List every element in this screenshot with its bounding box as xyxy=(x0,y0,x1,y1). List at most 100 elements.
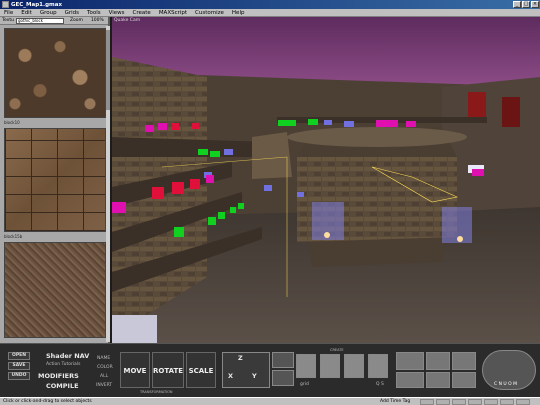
window-title: GEC_Map1.gmax xyxy=(11,1,63,8)
scale-button[interactable]: SCALE xyxy=(186,352,216,388)
camera-viewport[interactable]: Quake Cam xyxy=(112,17,540,343)
zoom-value[interactable]: 100% xyxy=(91,18,104,23)
navigation-letters: C N U O M xyxy=(494,382,517,387)
menu-maxscript[interactable]: MAXScript xyxy=(155,10,191,16)
orbit-icon[interactable] xyxy=(452,352,476,370)
pin-icon[interactable] xyxy=(426,352,450,370)
scrollbar-thumb[interactable] xyxy=(106,30,110,110)
menu-create[interactable]: Create xyxy=(129,10,155,16)
rotate-button[interactable]: ROTATE xyxy=(152,352,184,388)
pan-icon[interactable] xyxy=(452,372,476,388)
texture-toolbar: Textu gothic_block Zoom 100% xyxy=(0,17,108,25)
entity-magenta xyxy=(145,125,154,132)
status-cell[interactable] xyxy=(468,399,482,405)
entity-red xyxy=(172,123,179,130)
stairs xyxy=(252,132,292,179)
entity-blue xyxy=(324,120,332,125)
entity-blue xyxy=(344,121,354,127)
shader-nav-label[interactable]: Shader NAV xyxy=(46,352,89,360)
entity-green xyxy=(308,119,318,125)
entity-magenta xyxy=(472,169,484,176)
texture-scrollbar[interactable] xyxy=(106,26,110,342)
close-button[interactable]: × xyxy=(531,1,539,8)
entity-magenta xyxy=(112,202,126,213)
compile-button[interactable]: COMPILE xyxy=(46,382,79,390)
entity-magenta xyxy=(158,123,167,130)
entity-red xyxy=(192,123,199,129)
entity-green xyxy=(218,212,225,219)
create-label: CREATE xyxy=(330,348,344,352)
menu-edit[interactable]: Edit xyxy=(17,10,36,16)
status-cell[interactable] xyxy=(484,399,498,405)
undo-button[interactable]: UNDO xyxy=(8,372,30,380)
texture-select[interactable]: gothic_block xyxy=(15,17,64,24)
color-filter[interactable]: COLOR xyxy=(97,365,113,370)
menu-tools[interactable]: Tools xyxy=(83,10,105,16)
texture-swatch-stone-rubble[interactable] xyxy=(4,28,106,118)
all-filter[interactable]: ALL xyxy=(100,374,108,379)
menu-customize[interactable]: Customize xyxy=(191,10,228,16)
platform-top xyxy=(287,127,467,147)
box-icon[interactable] xyxy=(320,354,340,378)
menu-bar: File Edit Group Grids Tools Views Create… xyxy=(0,9,540,17)
entity-green xyxy=(174,227,184,237)
maximize-button[interactable]: □ xyxy=(522,1,530,8)
entity-magenta xyxy=(376,120,398,127)
menu-views[interactable]: Views xyxy=(105,10,129,16)
invert-filter[interactable]: INVERT xyxy=(96,383,112,388)
menu-help[interactable]: Help xyxy=(228,10,249,16)
action-tutorials-label[interactable]: Action Tutorials xyxy=(46,362,80,367)
entity-green xyxy=(210,151,220,157)
name-filter[interactable]: NAME xyxy=(97,356,110,361)
status-cell[interactable] xyxy=(500,399,514,405)
entity-red xyxy=(152,187,164,199)
entity-magenta xyxy=(206,175,214,183)
snap-icon[interactable] xyxy=(272,352,294,368)
menu-grids[interactable]: Grids xyxy=(61,10,83,16)
texture-swatch-rock[interactable] xyxy=(4,242,106,338)
axis-x-button[interactable]: X xyxy=(228,372,233,380)
plane-icon[interactable] xyxy=(296,354,316,378)
rotate-view-icon[interactable] xyxy=(426,372,450,388)
app-icon xyxy=(2,1,9,8)
qs-label: Q S xyxy=(376,382,384,387)
status-cell[interactable] xyxy=(516,399,530,405)
entity-red xyxy=(172,182,184,194)
zoom-label: Zoom xyxy=(69,18,83,23)
open-button[interactable]: OPEN xyxy=(8,352,30,360)
modifiers-button[interactable]: MODIFIERS xyxy=(38,372,79,380)
status-cell[interactable] xyxy=(452,399,466,405)
axis-y-button[interactable]: Y xyxy=(252,372,257,380)
minimize-button[interactable]: _ xyxy=(513,1,521,8)
entity-magenta xyxy=(406,121,416,127)
move-button[interactable]: MOVE xyxy=(120,352,150,388)
texture-caption: block10 xyxy=(4,120,20,125)
zoom-icon[interactable] xyxy=(396,372,424,388)
red-window xyxy=(502,97,520,127)
add-time-tag-button[interactable]: Add Time Tag xyxy=(380,399,410,404)
sphere-icon[interactable] xyxy=(396,352,424,370)
viewport-scene xyxy=(112,17,540,343)
entity-blue xyxy=(224,149,233,155)
entity-icon[interactable] xyxy=(368,354,388,378)
menu-group[interactable]: Group xyxy=(36,10,61,16)
entity-red xyxy=(190,179,200,189)
grid-gizmo xyxy=(112,315,157,343)
title-bar: GEC_Map1.gmax _ □ × xyxy=(0,0,540,9)
entity-blue xyxy=(297,192,304,197)
axis-z-button[interactable]: Z xyxy=(238,354,243,362)
transformation-label: TRANSFORMATION xyxy=(140,390,173,394)
save-button[interactable]: SAVE xyxy=(8,362,30,370)
grid-label[interactable]: grid xyxy=(300,382,309,387)
entity-green xyxy=(238,203,244,209)
status-cell[interactable] xyxy=(436,399,450,405)
status-prompt: Click or click-and-drag to select object… xyxy=(3,399,92,404)
viewport-label: Quake Cam xyxy=(114,18,141,23)
link-icon[interactable] xyxy=(272,370,294,386)
light-icon[interactable] xyxy=(344,354,364,378)
axis-constraint-panel xyxy=(222,352,270,388)
status-bar: Click or click-and-drag to select object… xyxy=(0,397,540,405)
texture-swatch-stone-block[interactable] xyxy=(4,128,106,232)
status-cell[interactable] xyxy=(420,399,434,405)
menu-file[interactable]: File xyxy=(0,10,17,16)
